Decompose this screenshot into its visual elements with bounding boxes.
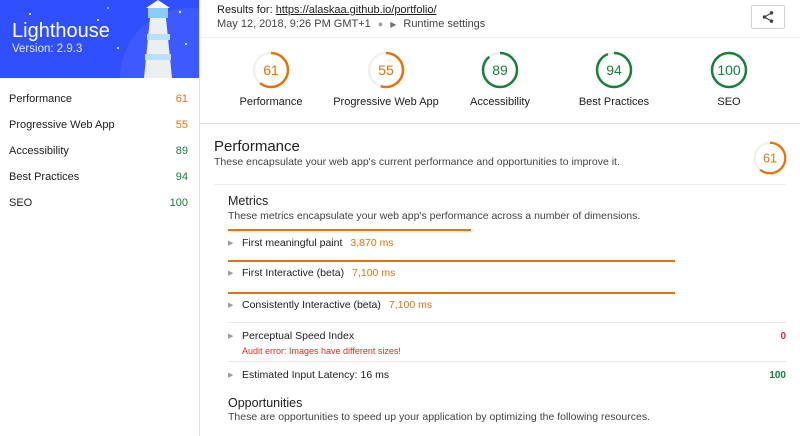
- gauge-label: SEO: [717, 96, 741, 108]
- section-description: These encapsulate your web app's current…: [214, 156, 620, 168]
- section-divider: [214, 184, 786, 185]
- category-nav: Performance 61 Progressive Web App 55 Ac…: [0, 78, 199, 216]
- sidebar-item-performance[interactable]: Performance 61: [0, 86, 199, 112]
- metric-first-meaningful-paint[interactable]: ▶ First meaningful paint 3,870 ms: [228, 237, 786, 249]
- report-meta: May 12, 2018, 9:26 PM GMT+1 ● ▶ Runtime …: [217, 18, 485, 30]
- metric-value: 3,870 ms: [350, 237, 394, 249]
- lighthouse-banner: Lighthouse Version: 2.9.3: [0, 0, 199, 78]
- audit-error-message: Audit error: Images have different sizes…: [242, 346, 401, 356]
- opportunities-title: Opportunities: [228, 396, 303, 410]
- gauge-accessibility[interactable]: 89 Accessibility: [440, 50, 560, 108]
- app-version: Version: 2.9.3: [12, 43, 83, 55]
- metric-label: Perceptual Speed Index: [242, 330, 355, 342]
- metrics-description: These metrics encapsulate your web app's…: [228, 210, 641, 222]
- results-prefix: Results for:: [217, 4, 276, 16]
- performance-section: Performance These encapsulate your web a…: [200, 123, 800, 436]
- expand-triangle-icon: ▶: [228, 302, 234, 309]
- metric-perceptual-speed-index[interactable]: ▶ Perceptual Speed Index 0 Audit error: …: [228, 330, 786, 356]
- gauge-score: 100: [717, 62, 741, 78]
- report-date: May 12, 2018, 9:26 PM GMT+1: [217, 18, 371, 30]
- gauge-score: 61: [263, 62, 279, 78]
- report-url-link[interactable]: https://alaskaa.github.io/portfolio/: [276, 4, 437, 16]
- gauge-best-practices[interactable]: 94 Best Practices: [554, 50, 674, 108]
- score-gauge-ring: 94: [595, 51, 633, 89]
- metric-first-interactive[interactable]: ▶ First Interactive (beta) 7,100 ms: [228, 267, 786, 279]
- score-gauge-ring: 100: [710, 51, 748, 89]
- sidebar-item-score: 55: [175, 119, 188, 131]
- sidebar-item-label: Best Practices: [9, 171, 80, 183]
- share-button[interactable]: [751, 5, 785, 29]
- performance-score: 61: [763, 152, 777, 166]
- gauge-label: Performance: [239, 96, 303, 108]
- metric-label: Estimated Input Latency: 16 ms: [242, 369, 390, 381]
- report-header: Results for: https://alaskaa.github.io/p…: [200, 0, 800, 38]
- metric-consistently-interactive[interactable]: ▶ Consistently Interactive (beta) 7,100 …: [228, 299, 786, 311]
- sidebar-item-label: SEO: [9, 197, 33, 209]
- sidebar: Lighthouse Version: 2.9.3 Performance 61…: [0, 0, 200, 436]
- expand-triangle-icon: ▶: [228, 270, 234, 277]
- gauge-label: Progressive Web App: [333, 96, 439, 108]
- score-gauge-ring: 89: [481, 51, 519, 89]
- metric-timeline-bar: [228, 260, 675, 262]
- metric-value: 7,100 ms: [388, 299, 433, 311]
- separator-dot-icon: ●: [377, 19, 384, 29]
- sidebar-item-label: Performance: [9, 93, 72, 105]
- metric-score: 100: [769, 369, 786, 381]
- metric-label: First Interactive (beta): [242, 267, 345, 279]
- gauge-score: 55: [378, 62, 394, 78]
- sidebar-item-seo[interactable]: SEO 100: [0, 190, 199, 216]
- sidebar-item-label: Accessibility: [9, 145, 69, 157]
- gauge-label: Accessibility: [470, 96, 530, 108]
- score-gauge-ring: 61: [252, 51, 290, 89]
- gauge-score: 94: [606, 62, 622, 78]
- expand-triangle-icon: ▶: [228, 372, 234, 379]
- gauge-pwa[interactable]: 55 Progressive Web App: [326, 50, 446, 108]
- score-gauge-ring: 55: [367, 51, 405, 89]
- sidebar-item-label: Progressive Web App: [9, 119, 115, 131]
- gauge-score: 89: [492, 62, 508, 78]
- expand-triangle-icon: ▶: [228, 333, 234, 340]
- sidebar-item-score: 100: [169, 197, 188, 209]
- expand-triangle-icon: ▶: [390, 19, 397, 29]
- results-for: Results for: https://alaskaa.github.io/p…: [217, 4, 437, 16]
- sidebar-item-accessibility[interactable]: Accessibility 89: [0, 138, 199, 164]
- metric-label: First meaningful paint: [242, 237, 343, 249]
- gauge-label: Best Practices: [578, 96, 650, 108]
- sidebar-item-score: 94: [175, 171, 188, 183]
- metrics-title: Metrics: [228, 194, 269, 208]
- metric-value: 7,100 ms: [352, 267, 396, 279]
- metric-score: 0: [780, 330, 786, 342]
- metric-label: Consistently Interactive (beta): [242, 299, 381, 311]
- metric-divider: [228, 361, 786, 362]
- category-gauges: 61 Performance 55 Progressive Web App 89…: [200, 44, 800, 120]
- section-title: Performance: [214, 138, 300, 155]
- runtime-settings-toggle[interactable]: Runtime settings: [403, 18, 485, 30]
- sidebar-item-pwa[interactable]: Progressive Web App 55: [0, 112, 199, 138]
- opportunities-description: These are opportunities to speed up your…: [228, 411, 650, 423]
- expand-triangle-icon: ▶: [228, 240, 234, 247]
- performance-score-gauge: 61: [753, 141, 787, 175]
- gauge-seo[interactable]: 100 SEO: [669, 50, 789, 108]
- metric-timeline-bar: [228, 292, 675, 294]
- metric-divider: [228, 322, 786, 323]
- app-title: Lighthouse: [12, 20, 110, 42]
- sidebar-item-score: 89: [175, 145, 188, 157]
- metric-estimated-input-latency[interactable]: ▶ Estimated Input Latency: 16 ms 100: [228, 369, 786, 381]
- sidebar-item-best-practices[interactable]: Best Practices 94: [0, 164, 199, 190]
- share-icon: [762, 11, 774, 23]
- sidebar-item-score: 61: [175, 93, 188, 105]
- metric-timeline-bar: [228, 229, 471, 231]
- gauge-performance[interactable]: 61 Performance: [211, 50, 331, 108]
